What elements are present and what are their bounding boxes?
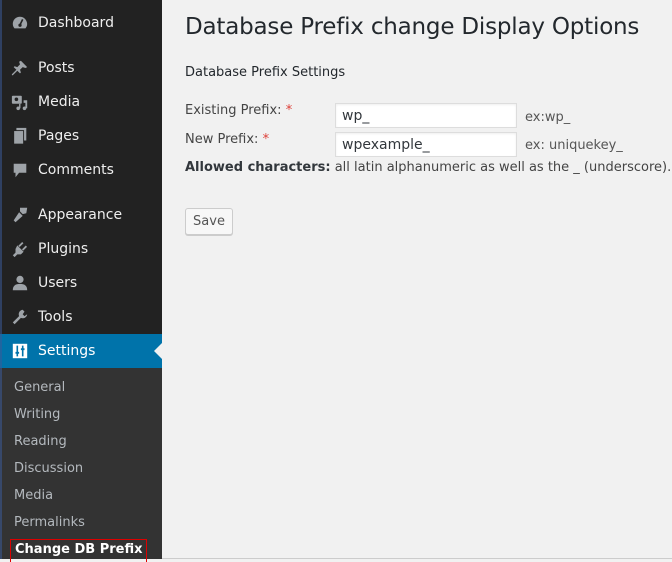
pages-icon	[13, 127, 27, 145]
allowed-characters-label: Allowed characters:	[185, 160, 331, 175]
required-marker: *	[262, 132, 270, 147]
page-title: Database Prefix change Display Options	[185, 14, 640, 40]
media-icon	[11, 95, 28, 111]
submenu-item-discussion[interactable]: Discussion	[14, 459, 83, 479]
allowed-characters-note: Allowed characters: all latin alphanumer…	[185, 160, 671, 175]
new-prefix-label-text: New Prefix:	[185, 132, 259, 147]
sidebar-item-label: Media	[38, 94, 81, 110]
sidebar-item-label: Settings	[38, 343, 96, 359]
required-marker: *	[285, 103, 293, 118]
existing-prefix-label: Existing Prefix: *	[185, 103, 292, 118]
comment-icon	[13, 163, 27, 178]
sidebar-item-label: Comments	[38, 162, 114, 178]
window-edge	[0, 0, 2, 559]
sidebar-item-label: Dashboard	[38, 15, 114, 31]
plug-icon	[12, 241, 28, 258]
sidebar-item-label: Tools	[38, 309, 73, 325]
sidebar-item-dashboard[interactable]: Dashboard	[0, 6, 162, 40]
submenu-item-general[interactable]: General	[14, 378, 65, 398]
sidebar-item-comments[interactable]: Comments	[0, 153, 162, 187]
existing-prefix-input[interactable]	[335, 103, 517, 128]
new-prefix-hint: ex: uniquekey_	[525, 138, 623, 153]
allowed-characters-text: all latin alphanumeric as well as the _ …	[330, 160, 672, 175]
submenu-item-permalinks[interactable]: Permalinks	[14, 513, 85, 533]
existing-prefix-label-text: Existing Prefix:	[185, 103, 282, 118]
new-prefix-input[interactable]	[335, 132, 517, 157]
sidebar-item-media[interactable]: Media	[0, 85, 162, 119]
sidebar-item-pages[interactable]: Pages	[0, 119, 162, 153]
sidebar-item-users[interactable]: Users	[0, 266, 162, 300]
sidebar-item-appearance[interactable]: Appearance	[0, 198, 162, 232]
sidebar-item-label: Users	[38, 275, 78, 291]
sidebar-item-tools[interactable]: Tools	[0, 300, 162, 334]
sidebar-item-plugins[interactable]: Plugins	[0, 232, 162, 266]
sidebar-item-label: Plugins	[38, 241, 89, 257]
main-content: Database Prefix change Display Options D…	[184, 0, 672, 559]
current-menu-arrow	[154, 343, 162, 359]
user-icon	[12, 275, 28, 291]
sidebar-item-settings[interactable]: Settings	[0, 334, 162, 368]
paintbrush-icon	[13, 207, 28, 223]
pin-icon	[11, 60, 28, 76]
save-button[interactable]: Save	[185, 208, 233, 235]
submenu-item-writing[interactable]: Writing	[14, 405, 60, 425]
settings-sliders-icon	[12, 343, 28, 359]
admin-sidebar: Dashboard Posts Media Pages Comments App…	[0, 0, 162, 562]
sidebar-item-label: Pages	[38, 128, 80, 144]
dashboard-icon	[12, 16, 28, 29]
section-title: Database Prefix Settings	[185, 65, 346, 80]
sidebar-item-label: Appearance	[38, 207, 123, 223]
new-prefix-label: New Prefix: *	[185, 132, 269, 147]
sidebar-item-label: Posts	[38, 60, 75, 76]
sidebar-item-posts[interactable]: Posts	[0, 51, 162, 85]
wrench-icon	[12, 309, 28, 325]
submenu-item-media[interactable]: Media	[14, 486, 53, 506]
submenu-item-reading[interactable]: Reading	[14, 432, 67, 452]
existing-prefix-hint: ex:wp_	[525, 110, 571, 125]
settings-submenu: General Writing Reading Discussion Media…	[0, 368, 162, 562]
